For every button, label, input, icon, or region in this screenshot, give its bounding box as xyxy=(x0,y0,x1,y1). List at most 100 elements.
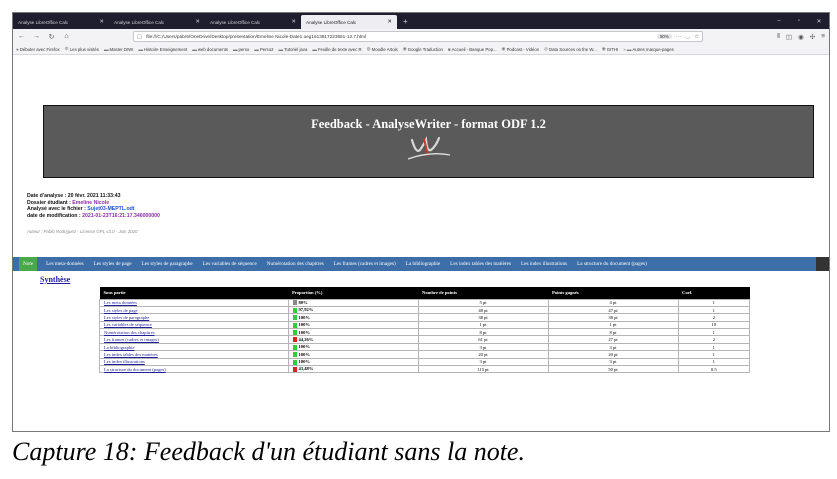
proportion-value: 97,92% xyxy=(298,307,314,313)
coef-cell: 2 xyxy=(677,313,750,322)
section-title[interactable]: Synthèse xyxy=(40,275,70,284)
minimize-icon[interactable]: – xyxy=(769,18,789,24)
close-icon[interactable]: ✕ xyxy=(387,19,392,25)
browser-tab-4[interactable]: Analyse LibreOffice Calc ✕ xyxy=(301,15,397,29)
table-row: Les index illustrations 100% 3 pt 3 pt 1 xyxy=(99,357,750,367)
bookmark-item[interactable]: ⚙ Les plus visités xyxy=(65,46,99,52)
star-icon[interactable]: ☆ xyxy=(694,34,699,40)
back-icon[interactable]: ← xyxy=(17,33,26,40)
menu-icon[interactable]: ≡ xyxy=(821,33,825,41)
analysis-info: Date d'analyse : 20 févr. 2021 11:33:43 … xyxy=(27,193,160,219)
table-row: Numérotation des chapitres 100% 8 pt 8 pt 1 xyxy=(99,328,750,337)
browser-tab-3[interactable]: Analyse LibreOffice Calc ✕ xyxy=(205,15,301,29)
bookmarks-bar: ● Débuter avec Firefox ⚙ Les plus visités … xyxy=(13,44,829,55)
proportion-indicator xyxy=(292,307,297,313)
proportion-value: 100% xyxy=(298,314,310,320)
results-body: Les meta données 80% 5 pt 4 pt 1 Les styles d… xyxy=(99,298,750,374)
new-tab-icon[interactable]: + xyxy=(397,15,414,29)
bookmark-item[interactable]: ◉ GITHI xyxy=(602,46,618,52)
bookmark-label: web documents xyxy=(197,46,228,52)
tab-frames[interactable]: Les frames (cadres et images) xyxy=(329,261,401,267)
more-icon[interactable]: ··· xyxy=(676,34,682,40)
tab-index-illustrations[interactable]: Les index illustrations xyxy=(516,261,572,267)
gained-cell: 47 pt xyxy=(547,305,679,315)
subpart-link[interactable]: Les styles de page xyxy=(104,308,138,313)
table-row: Les styles de page 97,92% 48 pt 47 pt 1 xyxy=(99,305,750,315)
bookmark-item[interactable]: ◉ Podcast - Vidéos xyxy=(502,46,539,52)
folder-icon: ▬ xyxy=(192,46,197,52)
subpart-link[interactable]: La bibliographie xyxy=(104,345,135,350)
author-line: Auteur : Pablo Rodriguez - Licence GPL v… xyxy=(27,229,138,234)
column-header: Coef. xyxy=(678,287,750,299)
library-icon[interactable]: ⫴ xyxy=(777,33,780,41)
subpart-link[interactable]: Les styles de paragraphe xyxy=(104,315,149,320)
proportion-value: 44,26% xyxy=(298,336,314,342)
subpart-link[interactable]: Les meta données xyxy=(104,300,137,305)
gained-cell: 8 pt xyxy=(547,328,679,337)
home-icon[interactable]: ⌂ xyxy=(62,33,71,40)
analysed-file: Analysé avec le fichier : Sujet03-MEPTL.… xyxy=(27,206,160,213)
tab-index-tables[interactable]: Les index tables des matières xyxy=(445,261,516,267)
tab-variables-sequence[interactable]: Les variables de séquence xyxy=(198,261,262,267)
subpart-link[interactable]: Numérotation des chapitres xyxy=(104,330,155,335)
extension-icon[interactable]: ✣ xyxy=(810,33,815,41)
tab-bibliographie[interactable]: La bibliographie xyxy=(401,261,445,267)
proportion-indicator xyxy=(292,352,297,358)
tab-note[interactable]: Note xyxy=(19,257,38,271)
gained-cell: 38 pt xyxy=(547,313,679,322)
bookmark-item[interactable]: » ▬ Autres marque-pages xyxy=(623,47,673,52)
browser-tab-1[interactable]: Analyse LibreOffice Calc ✕ xyxy=(13,15,109,29)
coef-cell: 10 xyxy=(677,320,750,330)
address-bar[interactable]: ▢ file:///C:/Users/pabr6/OneDrive/Deskto… xyxy=(133,31,703,42)
bookmark-label: Histoire Enseignement xyxy=(144,46,188,52)
coef-cell: 1 xyxy=(677,328,750,337)
bookmark-item[interactable]: ■ Accueil - Banque Pop... xyxy=(448,47,497,52)
bookmark-item[interactable]: ▬ Tutoriel java xyxy=(279,47,308,52)
tab-meta-donnees[interactable]: Les meta-données xyxy=(41,261,89,267)
reload-icon[interactable]: ↻ xyxy=(47,33,56,41)
subpart-link[interactable]: Les index tables des matières xyxy=(104,352,158,357)
bookmark-item[interactable]: ▬ Master DIWI xyxy=(104,47,133,52)
subpart-link[interactable]: Les index illustrations xyxy=(104,359,145,364)
forward-icon[interactable]: → xyxy=(32,33,41,40)
label: Dossier étudiant : xyxy=(27,199,73,206)
tab-styles-page[interactable]: Les styles de page xyxy=(89,261,137,267)
label: Analysé avec le fichier : xyxy=(27,206,88,213)
proportion-cell: 100% xyxy=(287,313,419,322)
close-icon[interactable]: ✕ xyxy=(195,19,200,25)
pocket-icon[interactable]: ◡ xyxy=(685,34,690,40)
page-content: Feedback - AnalyseWriter - format ODF 1.… xyxy=(13,56,829,431)
bookmark-item[interactable]: ▬ perso xyxy=(233,47,249,52)
bookmark-item[interactable]: ▬ web documents xyxy=(192,47,228,52)
subpart-link[interactable]: Les variables de séquence xyxy=(104,322,152,327)
tab-structure-document[interactable]: La structure du document (pages) xyxy=(572,261,652,267)
maximize-icon[interactable]: ▫ xyxy=(789,18,809,24)
sidebar-icon[interactable]: ◫ xyxy=(786,33,792,41)
bookmark-label: Perso2 xyxy=(259,46,274,52)
points-cell: 48 pt xyxy=(417,305,549,315)
close-icon[interactable]: ✕ xyxy=(291,19,296,25)
proportion-indicator xyxy=(292,337,297,343)
subpart-cell: Les frames (cadres et images) xyxy=(99,335,289,344)
bookmark-item[interactable]: ◎ Data Sources on the W... xyxy=(544,46,597,52)
subpart-link[interactable]: La structure du document (pages) xyxy=(104,367,166,372)
close-icon[interactable]: ✕ xyxy=(99,19,104,25)
bookmark-item[interactable]: ◍ Moodle Artois xyxy=(367,46,398,52)
close-window-icon[interactable]: ✕ xyxy=(809,18,829,25)
account-icon[interactable]: ◉ xyxy=(798,33,804,41)
tab-numerotation-chapitres[interactable]: Numérotation des chapitres xyxy=(262,261,329,267)
bookmark-item[interactable]: ▬ Perso2 xyxy=(254,47,273,52)
points-cell: 20 pt xyxy=(417,350,549,359)
bookmark-label: Feuille de texte avec R xyxy=(317,46,362,52)
bookmark-item[interactable]: ◉ Google Traduction xyxy=(403,46,443,52)
bookmark-item[interactable]: ● Débuter avec Firefox xyxy=(16,47,60,52)
github-icon: ◉ xyxy=(601,46,606,51)
subpart-link[interactable]: Les frames (cadres et images) xyxy=(104,337,159,342)
bookmark-item[interactable]: ▬ Feuille de texte avec R xyxy=(312,47,361,52)
proportion-indicator xyxy=(292,329,297,335)
bookmark-item[interactable]: ▬ Histoire Enseignement xyxy=(138,47,187,52)
tab-styles-paragraphe[interactable]: Les styles de paragraphe xyxy=(137,261,198,267)
browser-tab-2[interactable]: Analyse LibreOffice Calc ✕ xyxy=(109,15,205,29)
label: date de modification : xyxy=(27,212,83,219)
zoom-level[interactable]: 90% xyxy=(656,34,672,39)
